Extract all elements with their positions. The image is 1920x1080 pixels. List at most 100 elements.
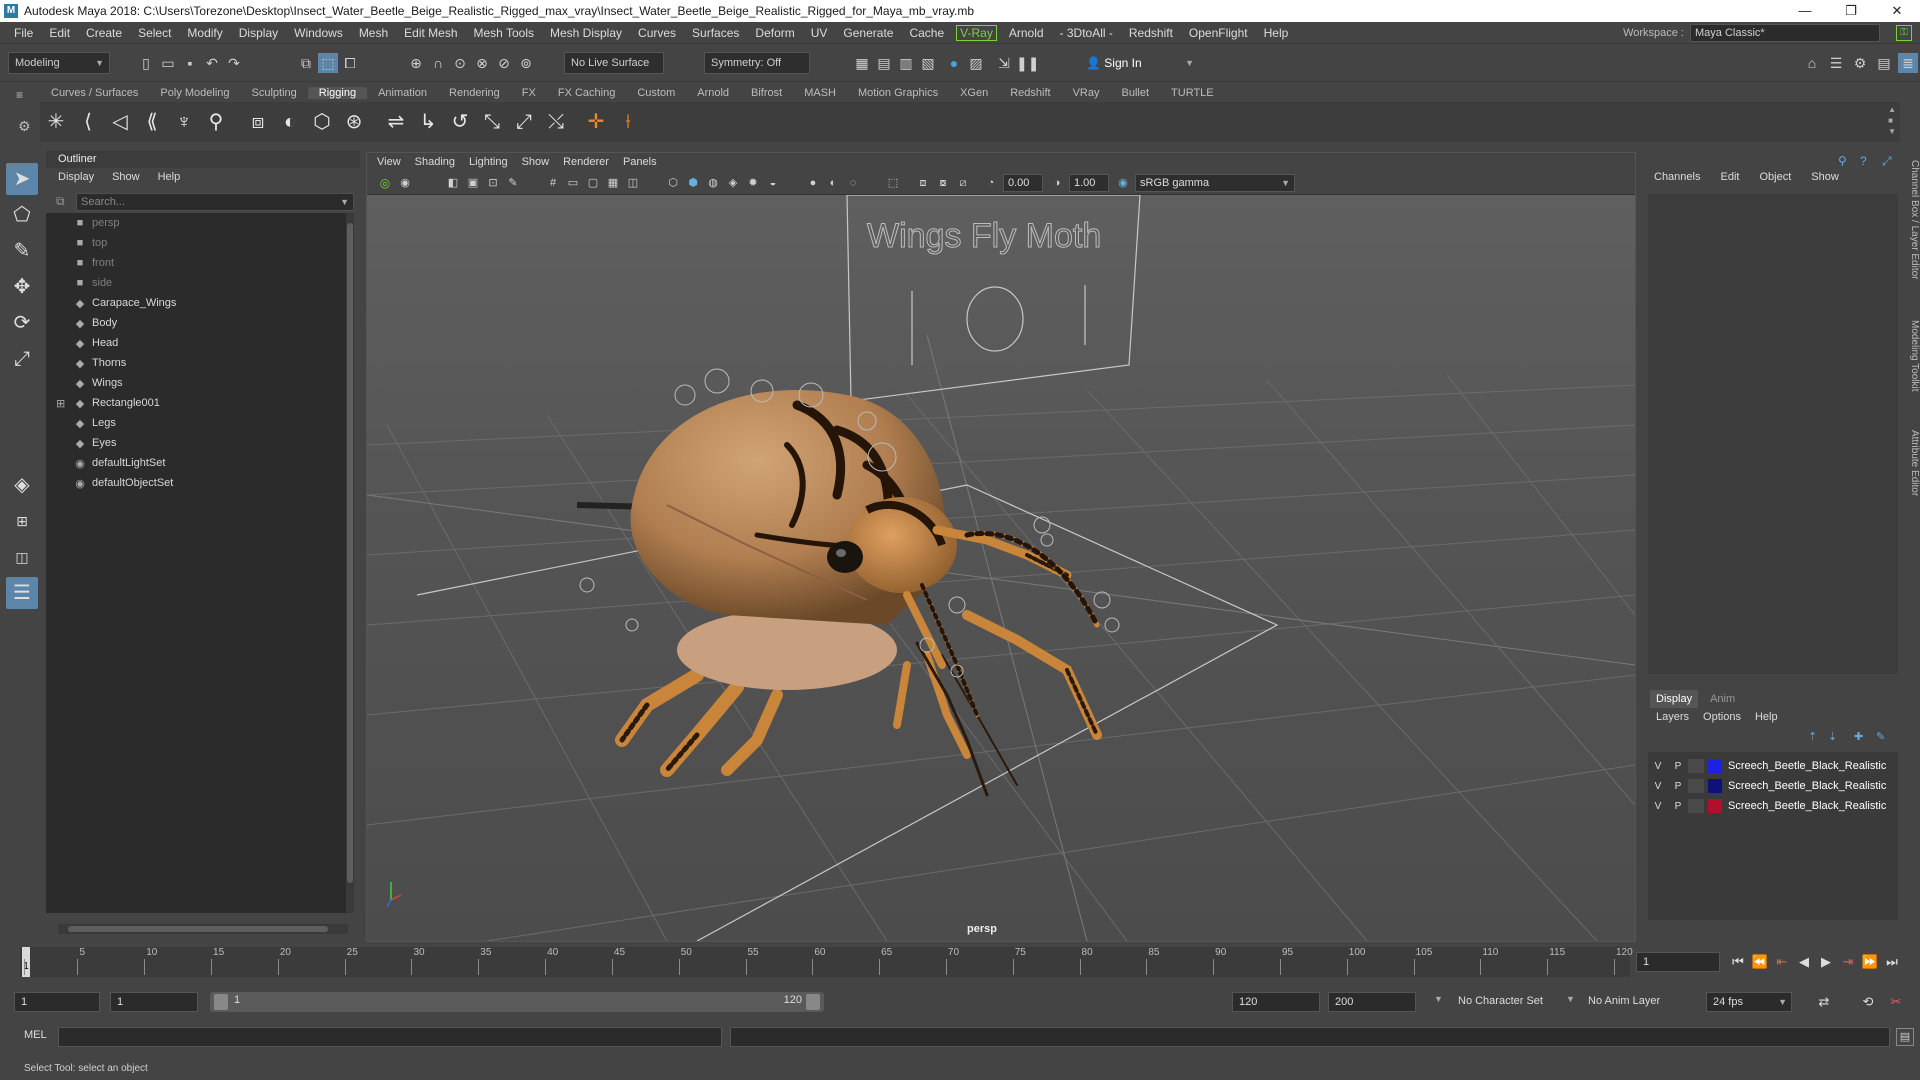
layer-menu-options[interactable]: Options — [1703, 708, 1741, 726]
step-back-frame-icon[interactable]: ⇤ — [1772, 952, 1792, 972]
menu-cache[interactable]: Cache — [901, 26, 952, 40]
outliner-item[interactable]: ■ top — [72, 233, 108, 253]
paint-select-icon[interactable]: ✎ — [6, 235, 38, 267]
locator-icon[interactable]: ✛ — [582, 108, 610, 136]
outliner-item[interactable]: ◉ defaultObjectSet — [72, 473, 173, 493]
snap-curve-icon[interactable]: ∩ — [428, 53, 448, 73]
insert-joint-icon[interactable]: ⟪ — [138, 108, 166, 136]
outliner-item[interactable]: ◆ Body — [72, 313, 117, 333]
menu-arnold[interactable]: Arnold — [1001, 26, 1052, 40]
ipr-render-icon[interactable]: ▥ — [896, 53, 916, 73]
grid-icon[interactable]: # — [543, 173, 563, 193]
menu-set-dropdown[interactable]: Modeling ▼ — [8, 52, 110, 74]
channel-box-icon[interactable]: ▤ — [1874, 53, 1894, 73]
step-back-key-icon[interactable]: ⏪ — [1750, 952, 1770, 972]
viewport-menu-show[interactable]: Show — [522, 153, 550, 171]
outliner-item[interactable]: ◆ Wings — [72, 373, 123, 393]
snap-surface-icon[interactable]: ⊘ — [494, 53, 514, 73]
safe-action-icon[interactable]: ▦ — [603, 173, 623, 193]
range-end-handle[interactable] — [806, 994, 820, 1010]
shadows-icon[interactable]: ◒ — [763, 173, 783, 193]
pause-icon[interactable]: ❚❚ — [1016, 53, 1039, 73]
vray-render-icon[interactable]: ▨ — [966, 53, 986, 73]
tab-display[interactable]: Display — [1650, 690, 1699, 708]
vray-ipr-icon[interactable]: ⇲ — [994, 53, 1014, 73]
viewport-menu-renderer[interactable]: Renderer — [563, 153, 609, 171]
new-layer-selected-icon[interactable]: ✚ — [1854, 730, 1863, 743]
channel-box-body[interactable] — [1648, 194, 1898, 674]
bookmark-icon[interactable]: ◧ — [443, 173, 463, 193]
outliner-menu-help[interactable]: Help — [158, 168, 181, 186]
2d-pan-zoom-icon[interactable]: ⊡ — [483, 173, 503, 193]
mel-label[interactable]: MEL — [24, 1029, 47, 1041]
symmetry-dropdown[interactable]: Symmetry: Off — [704, 52, 810, 74]
color-space-dropdown[interactable]: sRGB gamma ▼ — [1135, 174, 1295, 192]
modeling-toolkit-icon[interactable]: ⌂ — [1802, 53, 1822, 73]
menu-edit-mesh[interactable]: Edit Mesh — [396, 26, 465, 40]
rotate-tool-icon[interactable]: ⟳ — [6, 307, 38, 339]
isolate-select-icon[interactable]: ⬚ — [883, 173, 903, 193]
expand-icon[interactable]: ⊞ — [56, 397, 65, 410]
layer-playback-toggle[interactable]: P — [1668, 761, 1688, 772]
open-scene-icon[interactable]: ▭ — [158, 53, 178, 73]
animation-start-field[interactable]: 1 — [14, 992, 100, 1012]
snap-grid-icon[interactable]: ⊕ — [406, 53, 426, 73]
layer-row[interactable]: V P Screech_Beetle_Black_Realistic — [1648, 776, 1898, 796]
menu-display[interactable]: Display — [231, 26, 286, 40]
outliner-item[interactable]: ◆ Thorns — [72, 353, 126, 373]
menu-mesh-display[interactable]: Mesh Display — [542, 26, 630, 40]
shelf-tab-mash[interactable]: MASH — [793, 87, 847, 99]
shelf-tab-fx-caching[interactable]: FX Caching — [547, 87, 626, 99]
minimize-button[interactable]: — — [1782, 0, 1828, 22]
undo-icon[interactable]: ↶ — [202, 53, 222, 73]
layer-visibility-toggle[interactable]: V — [1648, 801, 1668, 812]
anti-aliasing-icon[interactable]: ◌ — [843, 173, 863, 193]
lasso-tool-icon[interactable]: ⬠ — [6, 199, 38, 231]
exposure-field[interactable]: 0.00 — [1003, 174, 1043, 192]
menu-modify[interactable]: Modify — [179, 26, 230, 40]
bind-skin-icon[interactable]: ⧈ — [244, 108, 272, 136]
outliner-search-input[interactable]: Search... ▼ — [76, 193, 354, 211]
viewport-menu-lighting[interactable]: Lighting — [469, 153, 508, 171]
current-frame-field[interactable]: 1 — [1636, 952, 1720, 972]
menu-create[interactable]: Create — [78, 26, 130, 40]
viewport-menu-panels[interactable]: Panels — [623, 153, 657, 171]
create-joint-icon[interactable]: ✳ — [42, 108, 70, 136]
orient-constraint-icon[interactable]: ↺ — [446, 108, 474, 136]
tool-settings-icon[interactable]: ⚙ — [1850, 53, 1870, 73]
select-object-icon[interactable]: ⬚ — [318, 53, 338, 73]
scale-tool-icon[interactable]: ⤢ — [6, 343, 38, 375]
layer-row[interactable]: V P Screech_Beetle_Black_Realistic — [1648, 756, 1898, 776]
outliner-layout-icon[interactable]: ☰ — [6, 577, 38, 609]
shelf-tab-custom[interactable]: Custom — [626, 87, 686, 99]
move-layer-down-icon[interactable]: ⇣ — [1828, 730, 1837, 743]
shelf-tab-xgen[interactable]: XGen — [949, 87, 999, 99]
layer-visibility-toggle[interactable]: V — [1648, 781, 1668, 792]
select-hierarchy-icon[interactable]: ⧉ — [296, 53, 316, 73]
menu-mesh[interactable]: Mesh — [351, 26, 396, 40]
sign-in-button[interactable]: 👤 Sign In ▼ — [1082, 52, 1198, 74]
side-tab-channel-box[interactable]: Channel Box / Layer Editor — [1904, 160, 1920, 280]
outliner-item[interactable]: ◉ defaultLightSet — [72, 453, 165, 473]
aim-constraint-icon[interactable]: ⤢ — [510, 108, 538, 136]
paint-weights-icon[interactable]: ◐ — [276, 108, 304, 136]
scroll-thumb[interactable] — [347, 223, 353, 883]
lock-icon[interactable]: ⚿ — [1896, 25, 1912, 41]
script-editor-icon[interactable]: ▤ — [1896, 1028, 1914, 1046]
channel-box-menu-object[interactable]: Object — [1759, 166, 1791, 188]
shelf-tab-sculpting[interactable]: Sculpting — [241, 87, 308, 99]
wireframe-icon[interactable]: ⬡ — [663, 173, 683, 193]
outliner-horizontal-scrollbar[interactable] — [58, 924, 348, 934]
playback-start-field[interactable]: 1 — [110, 992, 198, 1012]
menu-openflight[interactable]: OpenFlight — [1181, 26, 1256, 40]
shelf-tab-animation[interactable]: Animation — [367, 87, 438, 99]
menu-curves[interactable]: Curves — [630, 26, 684, 40]
layer-color-swatch[interactable] — [1708, 779, 1722, 793]
scene-view[interactable]: Wings Fly Moth — [367, 195, 1635, 941]
select-component-icon[interactable]: ⧠ — [340, 53, 360, 73]
layer-display-type[interactable] — [1688, 759, 1704, 773]
layer-menu-help[interactable]: Help — [1755, 708, 1778, 726]
character-set-label[interactable]: No Character Set — [1458, 995, 1543, 1007]
animation-preferences-icon[interactable]: ✂ — [1886, 992, 1906, 1012]
outliner-item[interactable]: ⊞ ◆ Rectangle001 — [56, 393, 160, 413]
